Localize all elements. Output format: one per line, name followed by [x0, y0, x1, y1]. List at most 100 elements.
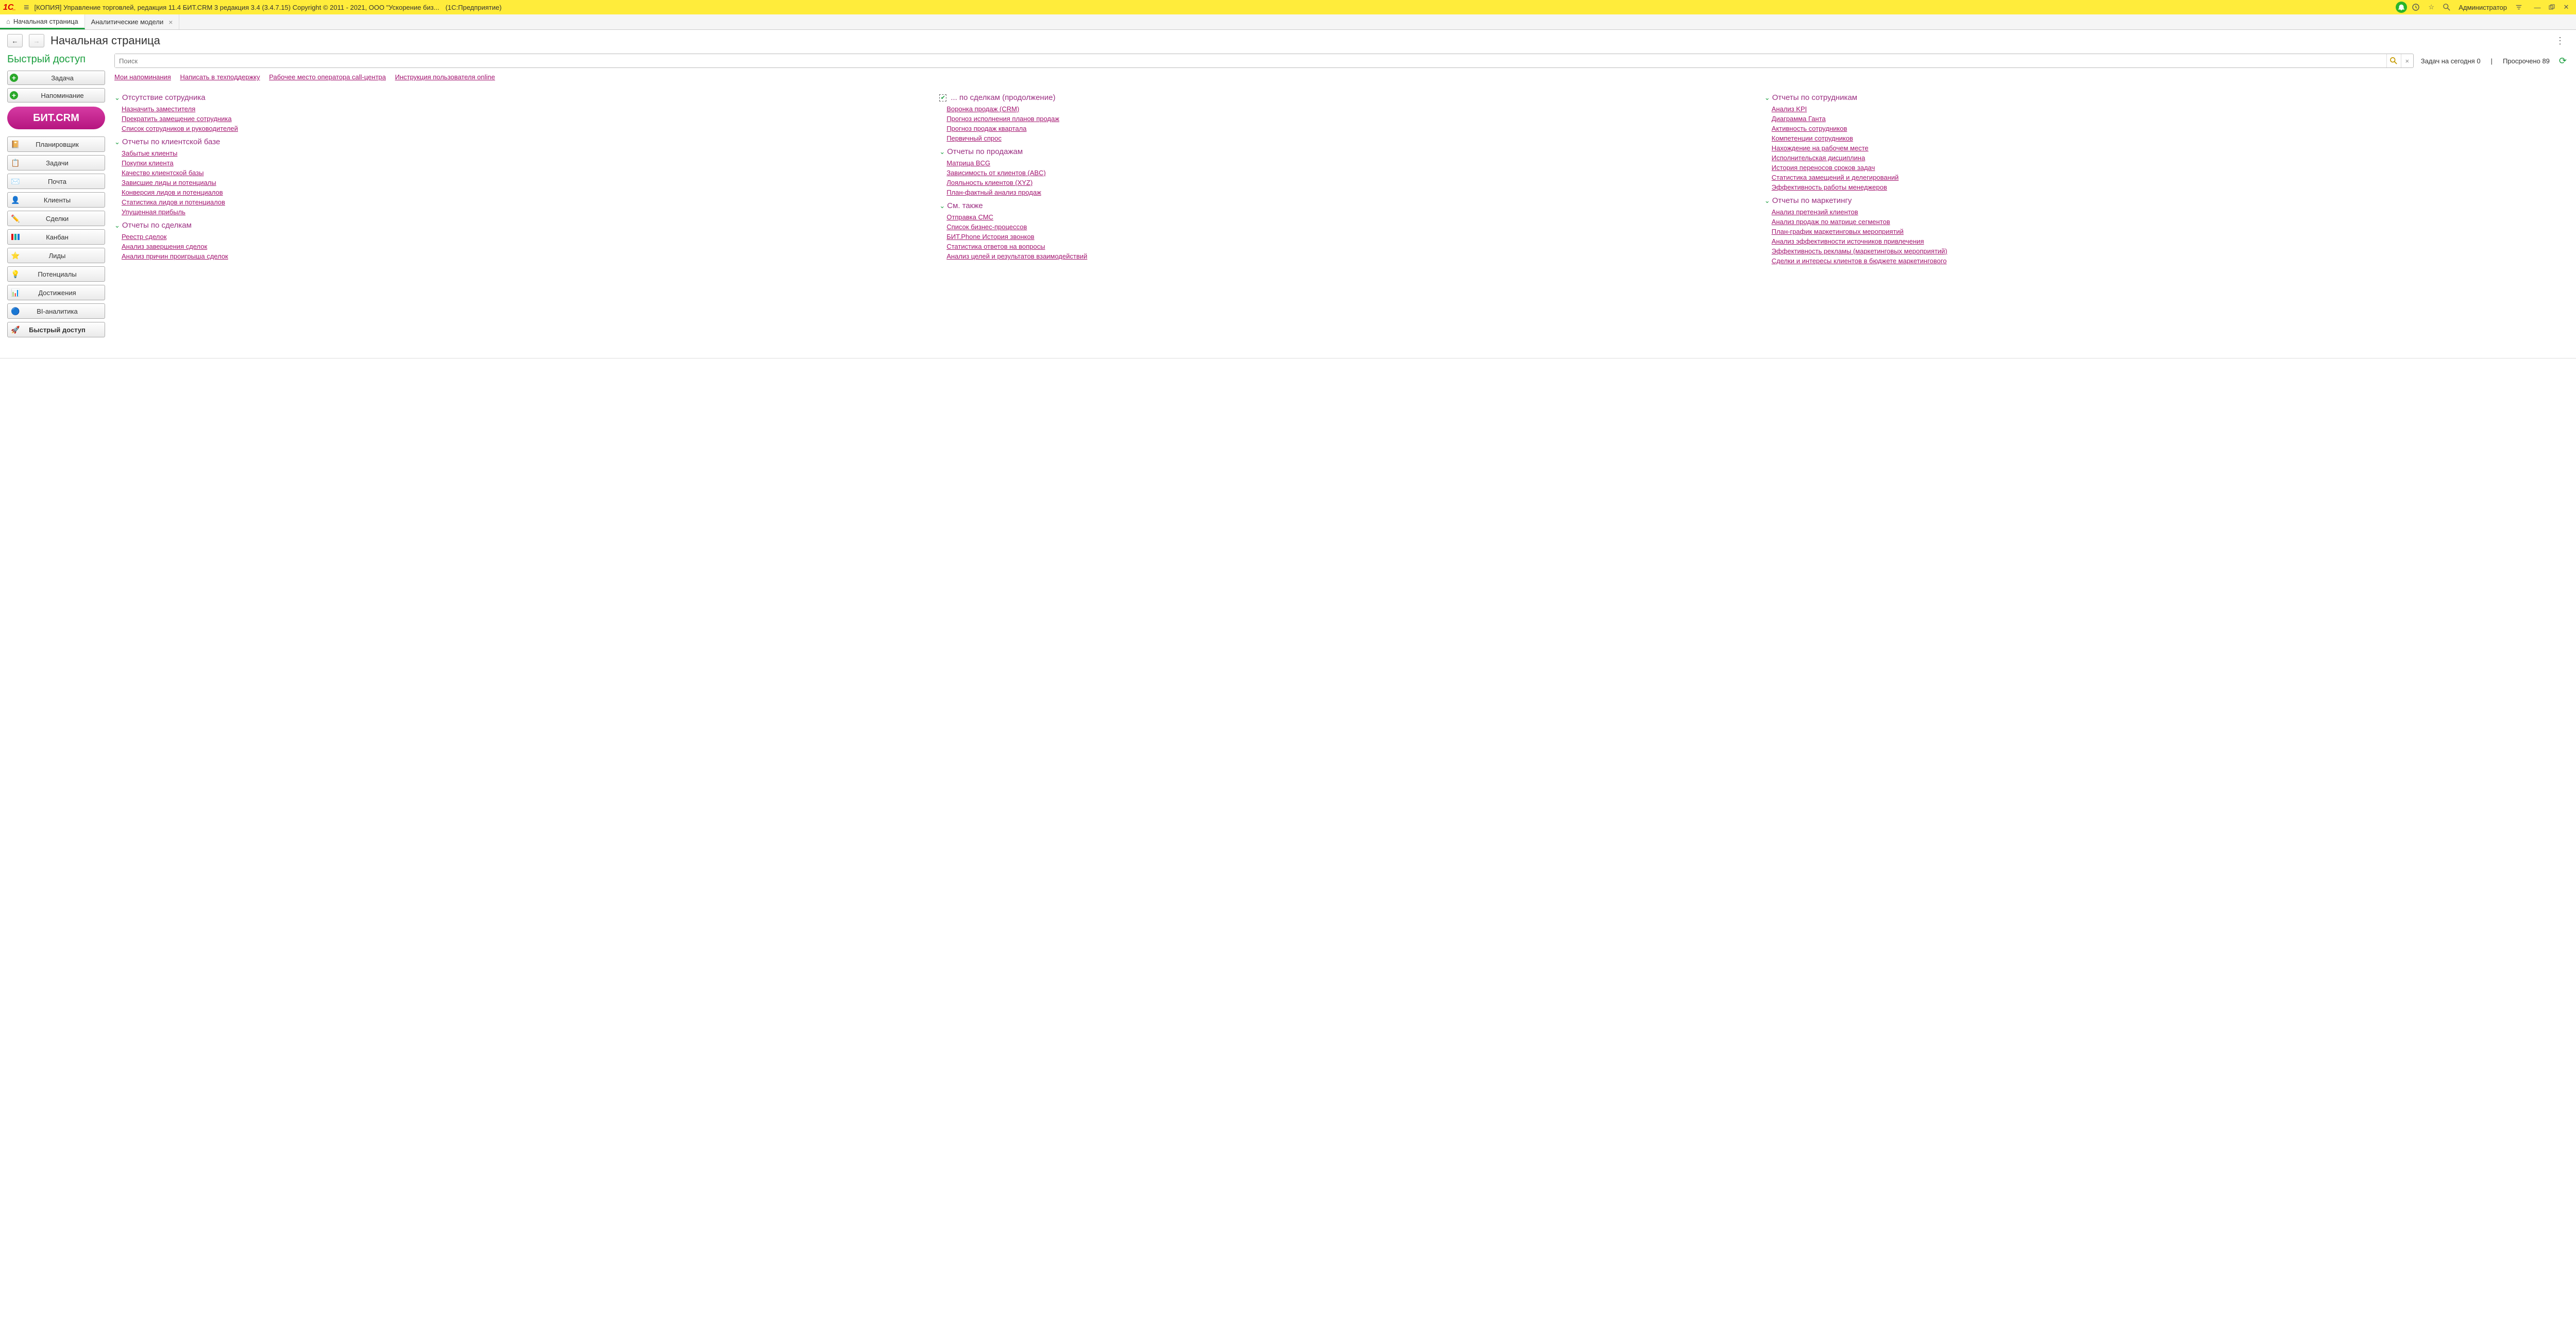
link-item[interactable]: Зависшие лиды и потенциалы	[122, 179, 919, 186]
link-item[interactable]: Сделки и интересы клиентов в бюджете мар…	[1772, 257, 2569, 265]
link-item[interactable]: Прогноз исполнения планов продаж	[946, 115, 1743, 123]
content-area: × Задач на сегодня 0 | Просрочено 89 ⟳ М…	[114, 54, 2569, 340]
history-icon[interactable]	[2409, 2, 2422, 13]
create-reminder-button[interactable]: + Напоминание	[7, 88, 105, 102]
link-item[interactable]: Активность сотрудников	[1772, 125, 2569, 132]
app-logo-icon: 1C	[3, 3, 16, 12]
link-item[interactable]: Отправка СМС	[946, 213, 1743, 221]
nav-deals[interactable]: ✏️Сделки	[7, 211, 105, 226]
nav-kanban[interactable]: Канбан	[7, 229, 105, 245]
nav-leads[interactable]: ⭐Лиды	[7, 248, 105, 263]
group-sales-reports[interactable]: ⌄Отчеты по продажам	[939, 147, 1743, 156]
group-deals-cont[interactable]: ✔... по сделкам (продолжение)	[939, 93, 1743, 102]
link-item[interactable]: Диаграмма Ганта	[1772, 115, 2569, 123]
link-item[interactable]: История переносов сроков задач	[1772, 164, 2569, 172]
link-item[interactable]: Лояльность клиентов (XYZ)	[946, 179, 1743, 186]
nav-bi[interactable]: 🔵BI-аналитика	[7, 303, 105, 319]
link-item[interactable]: Прогноз продаж квартала	[946, 125, 1743, 132]
more-options-icon[interactable]: ⋮	[2551, 36, 2569, 46]
nav-label: Потенциалы	[24, 270, 105, 278]
checkbox-icon[interactable]: ✔	[939, 94, 946, 101]
close-tab-icon[interactable]: ×	[168, 18, 173, 26]
tab-home[interactable]: ⌂ Начальная страница	[0, 14, 85, 29]
link-item[interactable]: Исполнительская дисциплина	[1772, 154, 2569, 162]
notifications-icon[interactable]	[2396, 2, 2407, 13]
link-item[interactable]: Реестр сделок	[122, 233, 919, 241]
nav-label: Почта	[24, 178, 105, 185]
link-item[interactable]: Анализ эффективности источников привлече…	[1772, 237, 2569, 245]
minimize-icon[interactable]: —	[2531, 2, 2544, 13]
link-item[interactable]: Анализ целей и результатов взаимодействи…	[946, 252, 1743, 260]
link-item[interactable]: Нахождение на рабочем месте	[1772, 144, 2569, 152]
link-my-reminders[interactable]: Мои напоминания	[114, 73, 171, 81]
chevron-down-icon: ⌄	[1765, 94, 1770, 102]
link-item[interactable]: Эффективность работы менеджеров	[1772, 183, 2569, 191]
refresh-icon[interactable]: ⟳	[2557, 56, 2569, 66]
group-absence[interactable]: ⌄Отсутствие сотрудника	[114, 93, 919, 102]
link-user-guide[interactable]: Инструкция пользователя online	[395, 73, 495, 81]
link-item[interactable]: Анализ KPI	[1772, 105, 2569, 113]
link-item[interactable]: План-график маркетинговых мероприятий	[1772, 228, 2569, 235]
link-item[interactable]: Анализ завершения сделок	[122, 243, 919, 250]
maximize-icon[interactable]	[2545, 2, 2558, 13]
link-item[interactable]: Зависимость от клиентов (ABC)	[946, 169, 1743, 177]
nav-tasks[interactable]: 📋Задачи	[7, 155, 105, 170]
link-item[interactable]: Воронка продаж (CRM)	[946, 105, 1743, 113]
clear-search-icon[interactable]: ×	[2401, 54, 2413, 67]
nav-planner[interactable]: 📔Планировщик	[7, 136, 105, 152]
nav-forward-button[interactable]: →	[29, 34, 44, 47]
link-item[interactable]: Забытые клиенты	[122, 149, 919, 157]
nav-potentials[interactable]: 💡Потенциалы	[7, 266, 105, 282]
search-button-icon[interactable]	[2386, 54, 2401, 67]
column-1: ⌄Отсутствие сотрудника Назначить замести…	[114, 88, 919, 267]
settings-icon[interactable]	[2512, 2, 2526, 13]
group-deals-reports[interactable]: ⌄Отчеты по сделкам	[114, 221, 919, 230]
page-title: Начальная страница	[50, 34, 160, 47]
link-item[interactable]: Статистика замещений и делегирований	[1772, 174, 2569, 181]
link-item[interactable]: Назначить заместителя	[122, 105, 919, 113]
link-item[interactable]: Анализ продаж по матрице сегментов	[1772, 218, 2569, 226]
user-name[interactable]: Администратор	[2455, 4, 2510, 11]
link-item[interactable]: Покупки клиента	[122, 159, 919, 167]
link-item[interactable]: Конверсия лидов и потенциалов	[122, 189, 919, 196]
link-item[interactable]: Компетенции сотрудников	[1772, 134, 2569, 142]
nav-label: Клиенты	[24, 196, 105, 204]
group-see-also[interactable]: ⌄См. также	[939, 201, 1743, 210]
tab-analytical-models[interactable]: Аналитические модели ×	[85, 14, 180, 29]
link-item[interactable]: Прекратить замещение сотрудника	[122, 115, 919, 123]
link-item[interactable]: План-фактный анализ продаж	[946, 189, 1743, 196]
crm-badge[interactable]: БИТ.CRM	[7, 107, 105, 129]
link-item[interactable]: Анализ причин проигрыша сделок	[122, 252, 919, 260]
tab-bar: ⌂ Начальная страница Аналитические модел…	[0, 14, 2576, 30]
link-item[interactable]: Статистика ответов на вопросы	[946, 243, 1743, 250]
link-item[interactable]: Статистика лидов и потенциалов	[122, 198, 919, 206]
page-header: ← → Начальная страница ⋮	[0, 30, 2576, 50]
nav-back-button[interactable]: ←	[7, 34, 23, 47]
link-call-center[interactable]: Рабочее место оператора call-центра	[269, 73, 386, 81]
nav-mail[interactable]: ✉️Почта	[7, 174, 105, 189]
column-2: ✔... по сделкам (продолжение) Воронка пр…	[939, 88, 1743, 267]
link-item[interactable]: Эффективность рекламы (маркетинговых мер…	[1772, 247, 2569, 255]
close-icon[interactable]: ✕	[2560, 2, 2573, 13]
nav-achievements[interactable]: 📊Достижения	[7, 285, 105, 300]
group-marketing-reports[interactable]: ⌄Отчеты по маркетингу	[1765, 196, 2569, 205]
create-task-button[interactable]: + Задача	[7, 71, 105, 85]
link-item[interactable]: Анализ претензий клиентов	[1772, 208, 2569, 216]
link-item[interactable]: Качество клиентской базы	[122, 169, 919, 177]
search-icon[interactable]	[2440, 2, 2453, 13]
nav-clients[interactable]: 👤Клиенты	[7, 192, 105, 208]
tasks-icon: 📋	[11, 158, 20, 167]
menu-icon[interactable]: ≡	[21, 2, 32, 13]
nav-quick-access[interactable]: 🚀Быстрый доступ	[7, 322, 105, 337]
link-item[interactable]: Упущенная прибыль	[122, 208, 919, 216]
group-employee-reports[interactable]: ⌄Отчеты по сотрудникам	[1765, 93, 2569, 102]
link-item[interactable]: Первичный спрос	[946, 134, 1743, 142]
favorite-icon[interactable]: ☆	[2425, 2, 2438, 13]
group-client-base-reports[interactable]: ⌄Отчеты по клиентской базе	[114, 138, 919, 146]
link-item[interactable]: Матрица BCG	[946, 159, 1743, 167]
link-item[interactable]: Список сотрудников и руководителей	[122, 125, 919, 132]
link-item[interactable]: БИТ.Phone История звонков	[946, 233, 1743, 241]
link-item[interactable]: Список бизнес-процессов	[946, 223, 1743, 231]
search-input[interactable]	[115, 54, 2386, 67]
link-support[interactable]: Написать в техподдержку	[180, 73, 260, 81]
